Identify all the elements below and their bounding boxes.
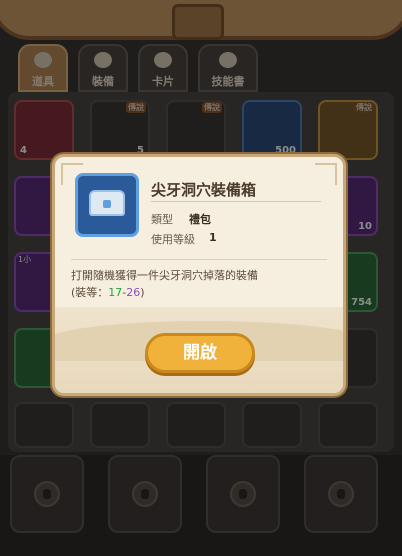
- item-level-value: 1: [209, 231, 217, 244]
- level-range: (裝等：17-26): [71, 284, 331, 301]
- title-divider: [151, 201, 321, 202]
- treasure-chest-icon: [89, 190, 125, 216]
- level-range-suffix: ): [140, 286, 145, 299]
- level-range-max: 26: [126, 286, 141, 299]
- level-range-prefix: (裝等：: [71, 286, 109, 299]
- item-type-label: 類型: [151, 213, 173, 226]
- item-description: 打開隨機獲得一件尖牙洞穴掉落的裝備 (裝等：17-26): [71, 267, 331, 301]
- item-level-row: 使用等級 1: [151, 231, 217, 247]
- item-type-value: 禮包: [189, 213, 211, 226]
- item-detail-dialog: 尖牙洞穴裝備箱 類型 禮包 使用等級 1 打開隨機獲得一件尖牙洞穴掉落的裝備 (…: [52, 154, 346, 396]
- description-text: 打開隨機獲得一件尖牙洞穴掉落的裝備: [71, 269, 258, 282]
- item-title: 尖牙洞穴裝備箱: [151, 181, 257, 199]
- dialog-corner-ornament: [315, 163, 337, 185]
- open-button[interactable]: 開啟: [145, 333, 255, 373]
- level-range-min: 17: [108, 286, 123, 299]
- item-level-label: 使用等級: [151, 233, 195, 246]
- item-type-row: 類型 禮包: [151, 211, 211, 227]
- item-icon-frame: [75, 173, 139, 237]
- description-divider: [71, 259, 327, 260]
